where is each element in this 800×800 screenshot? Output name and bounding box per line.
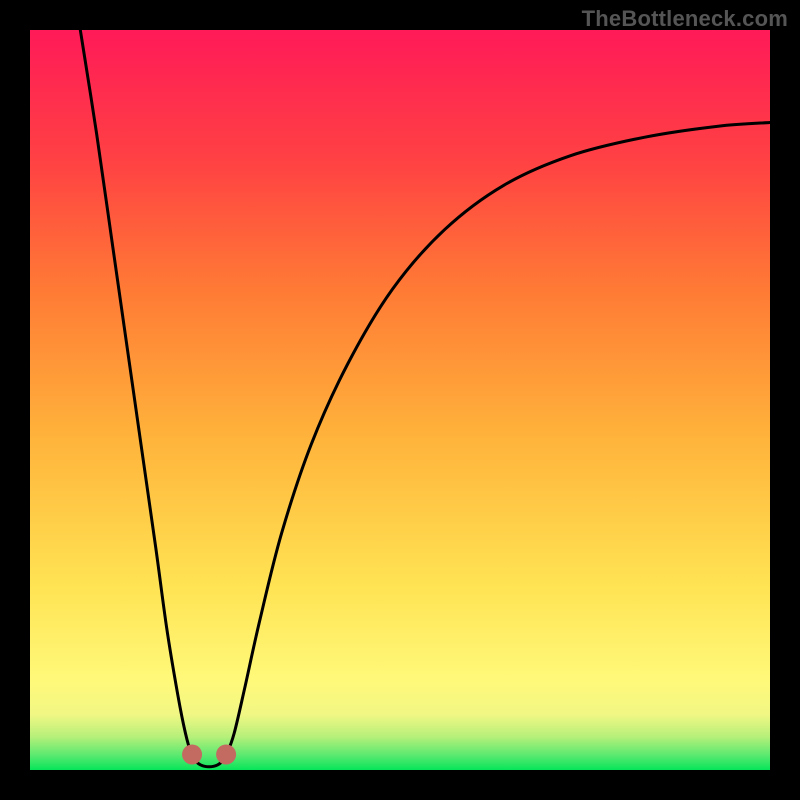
plot-frame xyxy=(30,30,770,770)
chart-svg xyxy=(30,30,770,770)
marker-left-foot xyxy=(182,744,202,764)
marker-right-foot xyxy=(216,744,236,764)
chart-background xyxy=(30,30,770,770)
attribution-label: TheBottleneck.com xyxy=(582,6,788,32)
